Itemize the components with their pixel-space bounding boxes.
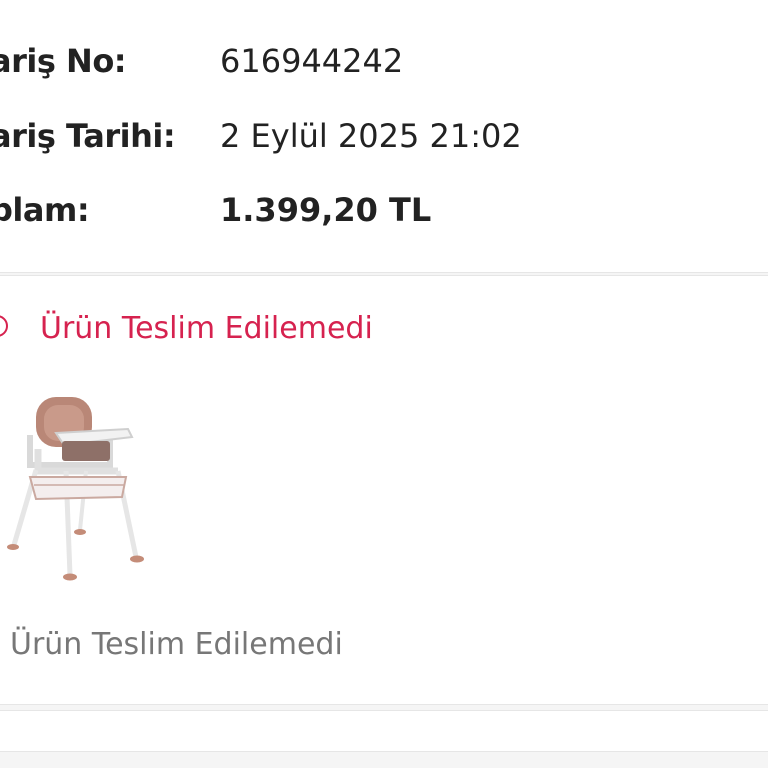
order-summary-card: ariş No: 616944242 ariş Tarihi: 2 Eylül … xyxy=(0,0,768,273)
order-number-label: ariş No: xyxy=(0,42,127,80)
product-status-text: Ürün Teslim Edilemedi xyxy=(10,627,343,662)
shipment-status-text: Ürün Teslim Edilemedi xyxy=(40,311,373,346)
order-total-label: plam: xyxy=(0,191,90,229)
high-chair-product-image[interactable] xyxy=(0,385,150,590)
order-date-label: ariş Tarihi: xyxy=(0,117,176,155)
next-card xyxy=(0,710,768,752)
order-number-value: 616944242 xyxy=(220,42,404,80)
order-date-value: 2 Eylül 2025 21:02 xyxy=(220,117,522,155)
order-total-value: 1.399,20 TL xyxy=(220,191,432,229)
